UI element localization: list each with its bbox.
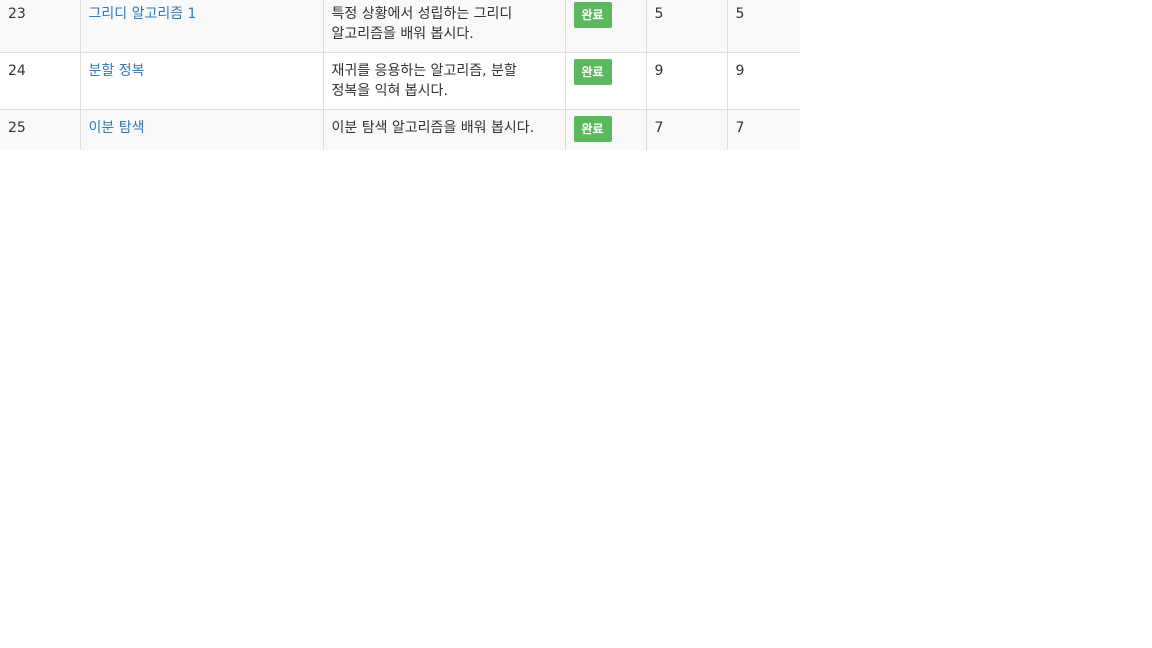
step-description: 특정 상황에서 성립하는 그리디 알고리즘을 배워 봅시다. [322,0,565,53]
step-solved-count: 5 [645,0,727,53]
step-title-link[interactable]: 분할 정복 [89,63,145,79]
step-status-cell: 완료 [564,0,646,53]
table-row: 23 그리디 알고리즘 1 특정 상황에서 성립하는 그리디 알고리즘을 배워 … [0,0,800,53]
step-title-cell: 분할 정복 [79,52,323,110]
step-table: 23 그리디 알고리즘 1 특정 상황에서 성립하는 그리디 알고리즘을 배워 … [0,0,800,150]
step-description: 재귀를 응용하는 알고리즘, 분할 정복을 익혀 봅시다. [322,52,565,110]
step-table-container: 23 그리디 알고리즘 1 특정 상황에서 성립하는 그리디 알고리즘을 배워 … [0,0,800,150]
step-status-cell: 완료 [564,52,646,110]
step-id: 24 [0,52,80,110]
step-id: 23 [0,0,80,53]
status-badge: 완료 [573,59,612,85]
status-badge: 완료 [573,2,612,28]
step-title-link[interactable]: 그리디 알고리즘 1 [89,6,197,22]
step-id: 25 [0,109,80,150]
step-title-link[interactable]: 이분 탐색 [89,120,145,136]
table-row: 25 이분 탐색 이분 탐색 알고리즘을 배워 봅시다. 완료 7 7 [0,109,800,150]
step-total-count: 9 [726,52,800,110]
step-title-cell: 이분 탐색 [79,109,323,150]
step-status-cell: 완료 [564,109,646,150]
status-badge: 완료 [573,116,612,142]
step-title-cell: 그리디 알고리즘 1 [79,0,323,53]
step-solved-count: 7 [645,109,727,150]
step-solved-count: 9 [645,52,727,110]
table-row: 24 분할 정복 재귀를 응용하는 알고리즘, 분할 정복을 익혀 봅시다. 완… [0,52,800,110]
step-description: 이분 탐색 알고리즘을 배워 봅시다. [322,109,565,150]
step-total-count: 7 [726,109,800,150]
step-total-count: 5 [726,0,800,53]
